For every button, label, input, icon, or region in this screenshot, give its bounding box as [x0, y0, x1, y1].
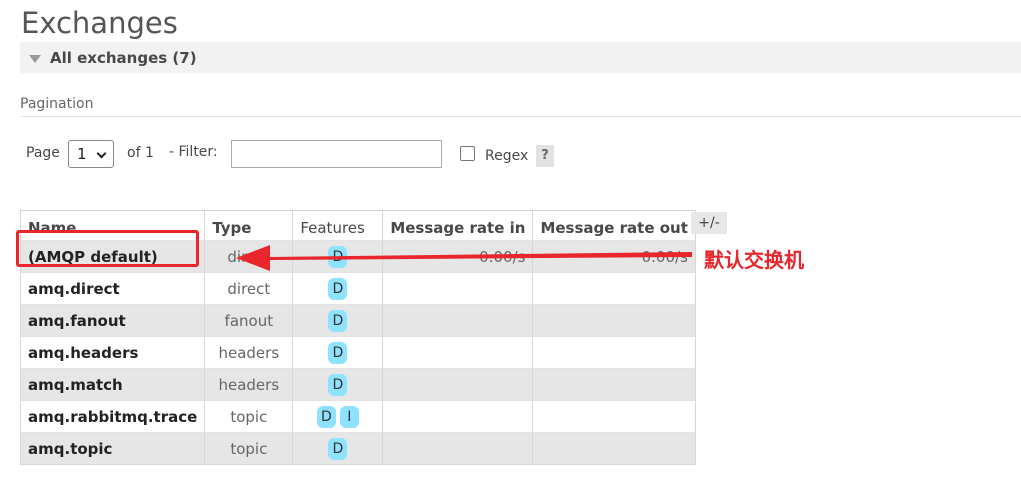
message-rate-in — [382, 304, 534, 337]
page-select[interactable]: 1 — [68, 140, 114, 168]
exchange-type: topic — [204, 432, 294, 465]
col-header-name[interactable]: Name — [19, 210, 206, 241]
all-exchanges-toggle[interactable]: All exchanges (7) — [20, 42, 1021, 73]
message-rate-out — [532, 432, 696, 465]
internal-badge: I — [339, 405, 359, 428]
col-header-type[interactable]: Type — [204, 210, 294, 241]
exchange-features: D — [292, 272, 384, 305]
table-row[interactable]: amq.rabbitmq.trace topic D I — [19, 400, 696, 433]
filter-input[interactable] — [231, 140, 442, 168]
col-header-rate-in[interactable]: Message rate in — [382, 210, 534, 241]
durable-badge: D — [328, 245, 348, 268]
regex-label[interactable]: Regex — [485, 148, 528, 164]
regex-checkbox[interactable] — [460, 146, 475, 161]
page-count-label: of 1 — [127, 145, 154, 161]
page-select-value: 1 — [77, 145, 87, 163]
table-body: (AMQP default) direct D 0.00/s 0.00/s amq.dir… — [19, 240, 696, 465]
message-rate-in: 0.00/s — [382, 240, 534, 273]
durable-badge: D — [328, 437, 348, 460]
section-title: All exchanges (7) — [50, 48, 197, 67]
exchange-features: D — [292, 240, 384, 273]
pagination-divider — [20, 116, 1021, 117]
table-row[interactable]: amq.fanout fanout D — [19, 304, 696, 337]
exchange-features: D — [292, 432, 384, 465]
exchange-name-link[interactable]: amq.headers — [19, 336, 206, 369]
exchange-features: D — [292, 368, 384, 401]
exchange-type: fanout — [204, 304, 294, 337]
message-rate-in — [382, 368, 534, 401]
message-rate-out: 0.00/s — [532, 240, 696, 273]
durable-badge: D — [328, 309, 348, 332]
exchange-type: topic — [204, 400, 294, 433]
chevron-down-icon — [96, 148, 107, 159]
exchange-type: direct — [204, 240, 294, 273]
filter-label: - Filter: — [169, 144, 218, 160]
table-header-row: Name Type Features Message rate in Messa… — [19, 210, 696, 241]
annotation-label: 默认交换机 — [704, 248, 804, 272]
message-rate-in — [382, 272, 534, 305]
exchange-name-link[interactable]: amq.topic — [19, 432, 206, 465]
pagination-controls: Page 1 of 1 - Filter: Regex ? — [0, 140, 1021, 168]
message-rate-in — [382, 400, 534, 433]
exchange-type: headers — [204, 336, 294, 369]
exchange-name-link[interactable]: amq.fanout — [19, 304, 206, 337]
message-rate-out — [532, 304, 696, 337]
col-header-rate-out[interactable]: Message rate out — [532, 210, 696, 241]
columns-toggle-button[interactable]: +/- — [691, 212, 727, 234]
pagination-label: Pagination — [20, 96, 94, 112]
durable-badge: D — [328, 341, 348, 364]
triangle-down-icon — [29, 54, 41, 63]
exchange-name-link[interactable]: amq.rabbitmq.trace — [19, 400, 206, 433]
table-row[interactable]: amq.direct direct D — [19, 272, 696, 305]
message-rate-out — [532, 336, 696, 369]
durable-badge: D — [316, 405, 336, 428]
message-rate-out — [532, 400, 696, 433]
exchange-features: D — [292, 336, 384, 369]
table-row[interactable]: amq.match headers D — [19, 368, 696, 401]
table-row[interactable]: amq.topic topic D — [19, 432, 696, 465]
table-row[interactable]: (AMQP default) direct D 0.00/s 0.00/s — [19, 240, 696, 273]
durable-badge: D — [328, 373, 348, 396]
exchange-features: DI — [292, 400, 384, 433]
page-title: Exchanges — [21, 6, 178, 40]
table-row[interactable]: amq.headers headers D — [19, 336, 696, 369]
regex-help-button[interactable]: ? — [536, 145, 554, 167]
page-label: Page — [26, 145, 60, 161]
message-rate-out — [532, 368, 696, 401]
exchange-name-link[interactable]: amq.direct — [19, 272, 206, 305]
col-header-features: Features — [292, 210, 384, 241]
exchange-name-link[interactable]: amq.match — [19, 368, 206, 401]
exchange-name-link[interactable]: (AMQP default) — [19, 240, 206, 273]
exchange-type: headers — [204, 368, 294, 401]
exchanges-table: Name Type Features Message rate in Messa… — [19, 210, 696, 465]
message-rate-in — [382, 432, 534, 465]
message-rate-in — [382, 336, 534, 369]
exchange-features: D — [292, 304, 384, 337]
exchange-type: direct — [204, 272, 294, 305]
message-rate-out — [532, 272, 696, 305]
durable-badge: D — [328, 277, 348, 300]
